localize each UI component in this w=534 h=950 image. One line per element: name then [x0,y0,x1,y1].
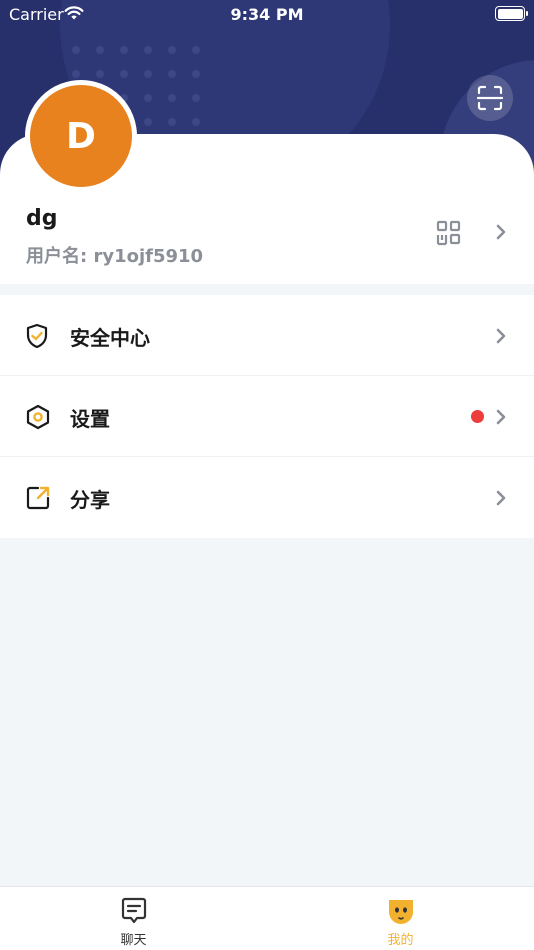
chevron-right-icon [495,490,507,510]
menu-item-label: 安全中心 [70,326,150,350]
tab-chat[interactable]: 聊天 [0,887,267,950]
shield-check-icon [25,323,49,353]
menu-item-settings[interactable]: 设置 [0,376,534,457]
nickname: dg [26,206,58,231]
qr-code-icon[interactable] [436,220,462,250]
status-bar: Carrier 9:34 PM [0,0,534,28]
tab-me[interactable]: 我的 [267,887,534,950]
chevron-right-icon [495,409,507,429]
scan-icon [477,85,503,111]
chevron-right-icon[interactable] [495,224,507,244]
menu-item-share[interactable]: 分享 [0,457,534,538]
menu-list: 安全中心 设置 分享 [0,295,534,538]
battery-icon [495,6,528,21]
chevron-right-icon [495,328,507,348]
menu-item-security-center[interactable]: 安全中心 [0,295,534,376]
tab-label: 聊天 [120,933,147,948]
share-icon [25,485,51,515]
notification-badge [471,410,484,423]
username: 用户名: ry1ojf5910 [26,246,204,267]
tab-bar: 聊天 我的 [0,886,534,950]
clock: 9:34 PM [230,5,304,24]
hexagon-settings-icon [25,404,51,434]
face-icon [387,897,415,931]
tab-label: 我的 [387,933,414,948]
menu-item-label: 设置 [70,407,110,431]
chat-icon [120,897,148,931]
scan-button[interactable] [467,75,513,121]
menu-item-label: 分享 [70,488,110,512]
avatar[interactable]: D [25,80,137,192]
